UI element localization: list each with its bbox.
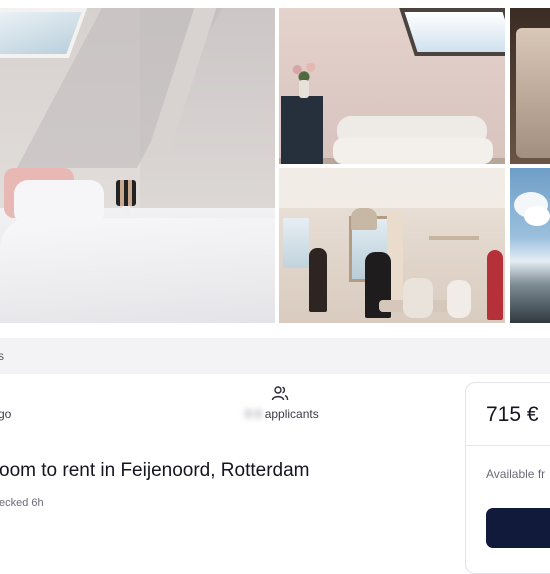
listing-title: oom to rent in Feijenoord, Rotterdam <box>0 460 310 481</box>
photo-living-room-sofa[interactable] <box>279 8 505 164</box>
available-from: Available fr <box>486 467 546 481</box>
applicants-number-blurred: 0 0 <box>245 407 262 421</box>
applicants-label: applicants <box>264 407 319 421</box>
posted-time: go <box>0 407 12 421</box>
last-checked: ecked 6h <box>0 497 44 509</box>
breadcrumb-band: s <box>0 338 550 374</box>
listing-meta-row: go 0 0 applicants <box>0 382 460 432</box>
people-icon <box>271 386 289 401</box>
price-card: 715 € Available fr <box>465 382 550 574</box>
photo-gallery[interactable] <box>0 0 550 323</box>
applicants-count: 0 0 applicants <box>245 407 319 421</box>
primary-action-button[interactable] <box>486 508 550 548</box>
main-photo-bedroom[interactable] <box>0 8 275 323</box>
photo-partial-city-view[interactable] <box>510 168 550 323</box>
band-text: s <box>0 349 4 363</box>
rent-price: 715 € <box>486 403 539 426</box>
photo-partial-right-top[interactable] <box>510 8 550 164</box>
photo-living-room-group[interactable] <box>279 168 505 323</box>
divider <box>466 445 550 446</box>
